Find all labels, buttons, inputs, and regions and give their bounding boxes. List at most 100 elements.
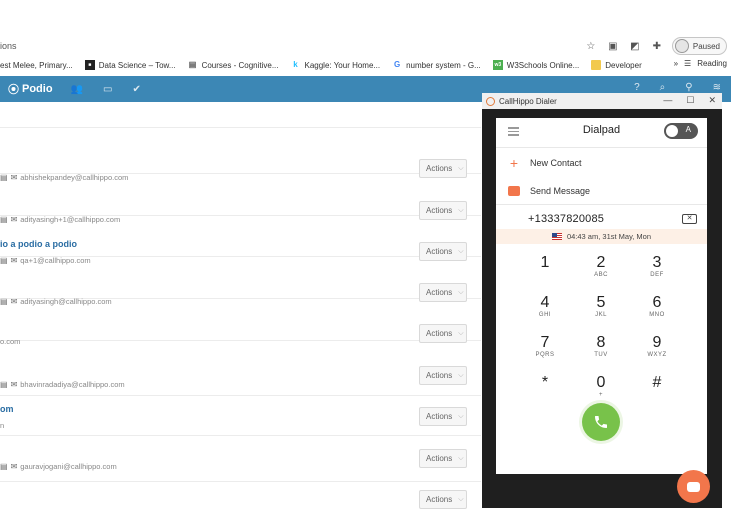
list-item[interactable]: ▤ ✉ gauravjogani@callhippo.com Actions ⌵ (0, 436, 481, 482)
list-item[interactable]: ▤ ✉ bhavinradadiya@callhippo.com Actions ⌵ (0, 341, 481, 396)
avatar (674, 39, 689, 53)
window-controls: — ☐ ✕ (663, 95, 716, 106)
plus-icon: + (509, 155, 519, 171)
dial-key-8[interactable]: 8 TUV (581, 334, 621, 360)
chevron-down-icon: ⌵ (458, 371, 464, 379)
bookmark-item[interactable]: Gnumber system - G... (392, 60, 481, 70)
list-item[interactable]: ▤ ✉ adityasingh@callhippo.com Actions ⌵ (0, 257, 481, 306)
dial-key-hash[interactable]: # (637, 374, 677, 400)
page-icon: ▤ (188, 60, 197, 69)
send-message-button[interactable]: Send Message (508, 186, 590, 196)
w3-icon: w3 (492, 60, 503, 70)
dial-key-6[interactable]: 6 MNO (637, 294, 677, 320)
dial-key-4[interactable]: 4 GHI (525, 294, 565, 320)
chevron-down-icon: ⌵ (458, 247, 464, 255)
bookmark-label: Developer (605, 60, 642, 70)
star-icon[interactable]: ☆ (584, 39, 598, 53)
dialer-titlebar[interactable]: CallHippo Dialer — ☐ ✕ (482, 93, 722, 109)
chevron-down-icon: ⌵ (458, 454, 464, 462)
list-item[interactable]: o.com Actions ⌵ (0, 299, 481, 346)
backspace-icon[interactable]: ✕ (682, 214, 697, 224)
dial-key-3[interactable]: 3 DEF (637, 254, 677, 280)
card-icon: ▤ (0, 380, 8, 389)
maximize-icon[interactable]: ☐ (686, 95, 694, 106)
new-contact-button[interactable]: + New Contact (508, 155, 582, 171)
time-bar: 04:43 am, 31st May, Mon (496, 229, 707, 244)
calendar-icon[interactable]: ▭ (103, 84, 112, 95)
close-icon[interactable]: ✕ (708, 95, 716, 106)
contacts-icon[interactable]: 👥 (71, 84, 83, 95)
dial-key-1[interactable]: 1 (525, 254, 565, 280)
profile-paused-button[interactable]: Paused (671, 37, 727, 55)
list-item[interactable]: ▤ ✉ adityasingh+1@callhippo.com Actions ⌵ (0, 174, 481, 224)
address-bar[interactable]: ions ☆ ▣ ◩ ✚ Paused (0, 36, 731, 56)
kaggle-icon: k (293, 60, 298, 69)
google-icon: G (393, 60, 401, 69)
folder-icon (591, 60, 602, 70)
reading-list-icon[interactable]: ☰ (684, 59, 691, 68)
list-item[interactable]: ▤ ✉ abhishekpandey@callhippo.com Actions ⌵ (0, 128, 481, 182)
puzzle-icon[interactable]: ✚ (650, 39, 664, 53)
list-item[interactable]: Actions ⌵ (0, 482, 481, 509)
bookmark-item[interactable]: Developer (591, 60, 642, 70)
bookmark-label: Kaggle: Your Home... (304, 60, 381, 70)
bookmark-item[interactable]: ■ Data Science – Tow... (84, 60, 176, 70)
extension-box-icon[interactable]: ▣ (606, 39, 620, 53)
podio-logo[interactable]: ⦿ Podio (8, 81, 53, 97)
bookmark-item[interactable]: est Melee, Primary... (0, 61, 73, 70)
chevron-down-icon: ⌵ (458, 412, 464, 420)
bookmark-label: number system - G... (406, 60, 481, 70)
phone-icon (595, 416, 607, 428)
chevron-down-icon: ⌵ (458, 495, 464, 503)
divider (496, 147, 707, 148)
list-item[interactable]: om n Actions ⌵ (0, 396, 481, 436)
send-message-label: Send Message (530, 186, 591, 196)
bookmark-label: est Melee, Primary... (0, 60, 73, 70)
actions-button[interactable]: Actions ⌵ (419, 407, 467, 426)
podio-logo-icon: ⦿ (8, 84, 19, 96)
dial-key-0[interactable]: 0 + (581, 374, 621, 400)
list-item[interactable]: io a podio a podio ▤ ✉ qa+1@callhippo.com … (0, 216, 481, 265)
more-bookmarks-button[interactable]: » (674, 59, 678, 68)
actions-button[interactable]: Actions ⌵ (419, 366, 467, 385)
item-meta: n (0, 421, 5, 430)
extension-flag-icon[interactable]: ◩ (628, 39, 642, 53)
dial-key-2[interactable]: 2 ABC (581, 254, 621, 280)
bookmarks-bar: est Melee, Primary... ■ Data Science – To… (0, 57, 731, 73)
time-text: 04:43 am, 31st May, Mon (566, 232, 652, 241)
bookmark-label: W3Schools Online... (506, 60, 580, 70)
chat-icon (687, 481, 700, 492)
callhippo-dialer-window: CallHippo Dialer — ☐ ✕ Dialpad A + New C… (482, 93, 722, 508)
actions-button[interactable]: Actions ⌵ (419, 490, 467, 509)
number-input[interactable]: +13337820085 (528, 213, 604, 225)
browser-tab-strip (0, 0, 731, 34)
item-meta: ▤ ✉ gauravjogani@callhippo.com (0, 462, 117, 471)
mail-icon: ✉ (10, 380, 18, 389)
callhippo-icon (486, 96, 495, 106)
activity-icon[interactable]: ≋ (713, 82, 721, 93)
help-icon[interactable]: ? (634, 82, 640, 93)
chat-widget-button[interactable] (677, 470, 710, 503)
new-contact-label: New Contact (530, 158, 582, 168)
tasks-icon[interactable]: ✔ (132, 84, 140, 95)
dial-key-7[interactable]: 7 PQRS (525, 334, 565, 360)
dial-key-5[interactable]: 5 JKL (581, 294, 621, 320)
bookmark-item[interactable]: k Kaggle: Your Home... (290, 60, 380, 70)
reading-list-label[interactable]: Reading (697, 59, 727, 68)
availability-toggle[interactable]: A (664, 123, 698, 139)
address-text[interactable]: ions (0, 41, 17, 51)
toggle-knob (666, 125, 678, 137)
item-title[interactable]: om (0, 404, 14, 414)
dialpad-panel: Dialpad A + New Contact Send Message +13… (496, 118, 707, 474)
minimize-icon[interactable]: — (663, 95, 672, 106)
dial-key-star[interactable]: * (525, 374, 565, 400)
bookmark-item[interactable]: w3 W3Schools Online... (492, 60, 580, 70)
chevron-down-icon: ⌵ (458, 288, 464, 296)
actions-button[interactable]: Actions ⌵ (419, 449, 467, 468)
call-button[interactable] (582, 403, 620, 441)
add-user-icon[interactable]: ⚲ (685, 82, 692, 93)
item-title[interactable]: io a podio a podio (0, 239, 77, 249)
bookmark-item[interactable]: ▤ Courses - Cognitive... (188, 60, 279, 70)
search-icon[interactable]: ⌕ (660, 82, 666, 93)
dial-key-9[interactable]: 9 WXYZ (637, 334, 677, 360)
